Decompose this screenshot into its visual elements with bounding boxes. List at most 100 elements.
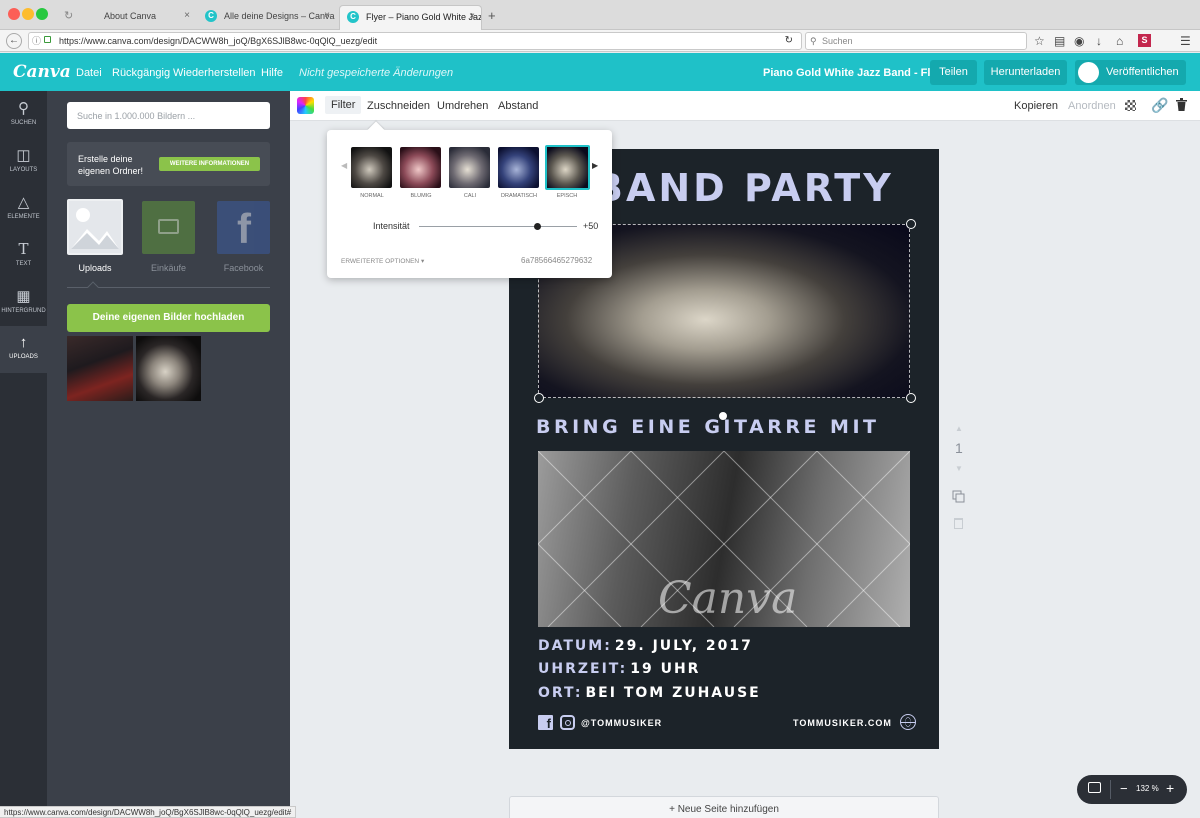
sidebar-item-label: SUCHEN: [10, 120, 37, 126]
advanced-options-link[interactable]: ERWEITERTE OPTIONEN ▾: [341, 257, 424, 265]
transparency-icon[interactable]: [1125, 100, 1136, 111]
duplicate-page-icon[interactable]: [952, 490, 965, 503]
delete-page-icon[interactable]: [954, 518, 963, 529]
trash-icon[interactable]: [1176, 98, 1187, 111]
zoom-in-icon[interactable]: +: [1166, 780, 1174, 796]
flyer-time-line[interactable]: UHRZEIT: 19 UHR: [538, 661, 700, 677]
divider: [1110, 780, 1111, 799]
share-button[interactable]: Teilen: [930, 60, 977, 85]
close-tab-icon[interactable]: ×: [469, 11, 475, 22]
intensity-slider-handle[interactable]: [534, 223, 541, 230]
menu-help[interactable]: Hilfe: [261, 67, 283, 79]
scroll-right-icon[interactable]: ▶: [592, 161, 598, 170]
reading-list-icon[interactable]: ▤: [1054, 33, 1065, 49]
maximize-window-button[interactable]: [36, 8, 48, 20]
scroll-left-icon[interactable]: ◀: [341, 161, 347, 170]
time-value: 19 UHR: [630, 661, 701, 677]
uploaded-image-thumbnail[interactable]: [136, 336, 201, 401]
new-tab-icon[interactable]: +: [488, 8, 496, 23]
extension-icon[interactable]: S: [1138, 34, 1151, 47]
close-window-button[interactable]: [8, 8, 20, 20]
spacing-tool[interactable]: Abstand: [498, 100, 538, 112]
sidebar-item-layouts[interactable]: ◫ LAYOUTS: [0, 138, 47, 185]
canva-header: Canva Datei Rückgängig Wiederherstellen …: [0, 53, 1200, 91]
download-button[interactable]: Herunterladen: [984, 60, 1067, 85]
intensity-slider[interactable]: [419, 223, 577, 230]
filter-preset-label: DRAMATISCH: [501, 193, 537, 199]
filter-preset-episch[interactable]: [545, 145, 590, 190]
close-tab-icon[interactable]: ×: [184, 10, 190, 21]
sidebar-item-background[interactable]: ▦ HINTERGRUND: [0, 279, 47, 326]
info-icon: ⓘ: [32, 36, 42, 46]
arrange-button[interactable]: Anordnen: [1068, 100, 1116, 112]
filter-tool[interactable]: Filter: [325, 96, 362, 114]
zoom-level[interactable]: 132 %: [1136, 784, 1159, 793]
flyer-social-handle[interactable]: @TOMMUSIKER: [581, 718, 662, 728]
filter-preset-label: BLUMIG: [410, 193, 432, 199]
filter-preset-blumig[interactable]: [400, 147, 441, 188]
more-info-button[interactable]: WEITERE INFORMATIONEN: [159, 157, 260, 171]
filter-preset-dramatisch[interactable]: [498, 147, 539, 188]
move-page-down-icon[interactable]: ▼: [955, 464, 963, 473]
crop-tool[interactable]: Zuschneiden: [367, 100, 430, 112]
add-page-button[interactable]: + Neue Seite hinzufügen: [509, 796, 939, 818]
flyer-location-line[interactable]: ORT: BEI TOM ZUHAUSE: [538, 685, 761, 701]
reload-icon[interactable]: ↻: [785, 33, 793, 49]
home-icon[interactable]: ⌂: [1116, 33, 1123, 49]
pocket-icon[interactable]: ◉: [1074, 33, 1084, 49]
color-picker-icon[interactable]: [297, 97, 314, 114]
publish-label: Veröffentlichen: [1106, 66, 1179, 78]
browser-tab-flyer[interactable]: C Flyer – Piano Gold White Jazz ×: [339, 5, 482, 30]
copy-button[interactable]: Kopieren: [1014, 100, 1058, 112]
sidebar-item-uploads[interactable]: ↑ UPLOADS: [0, 326, 47, 373]
close-tab-icon[interactable]: ×: [324, 10, 330, 21]
search-icon: ⚲: [18, 100, 29, 117]
publish-button[interactable]: Veröffentlichen: [1075, 60, 1186, 85]
resize-handle[interactable]: [906, 219, 916, 229]
canva-logo[interactable]: Canva: [13, 62, 71, 82]
flyer-musician-image[interactable]: Canva: [538, 451, 910, 627]
sidebar-item-search[interactable]: ⚲ SUCHEN: [0, 91, 47, 138]
flyer-headline[interactable]: BAND PARTY: [594, 166, 894, 210]
presentation-icon[interactable]: [1088, 782, 1101, 793]
intensity-value: +50: [583, 221, 599, 231]
back-icon[interactable]: ←: [6, 33, 22, 49]
avatar: [1078, 62, 1099, 83]
flyer-website[interactable]: TOMMUSIKER.COM: [793, 718, 892, 728]
upload-images-button[interactable]: Deine eigenen Bilder hochladen: [67, 304, 270, 332]
image-search-input[interactable]: Suche in 1.000.000 Bildern ...: [67, 102, 270, 129]
minimize-window-button[interactable]: [22, 8, 34, 20]
tab-title: Alle deine Designs – Canva: [224, 11, 335, 21]
loading-icon: ↻: [64, 10, 74, 22]
flip-tool[interactable]: Umdrehen: [437, 100, 488, 112]
browser-search-field[interactable]: ⚲ Suchen: [805, 32, 1027, 50]
sidebar-item-text[interactable]: T TEXT: [0, 232, 47, 279]
flyer-subheadline[interactable]: BRING EINE GITARRE MIT: [536, 416, 879, 438]
chevron-down-icon: ▾: [420, 258, 425, 265]
uploads-source-tile[interactable]: [67, 199, 123, 255]
hamburger-menu-icon[interactable]: ☰: [1180, 33, 1191, 49]
url-field[interactable]: ⓘ https://www.canva.com/design/DACWW8h_j…: [28, 32, 802, 50]
zoom-out-icon[interactable]: −: [1120, 781, 1128, 796]
filter-preset-normal[interactable]: [351, 147, 392, 188]
resize-handle[interactable]: [534, 393, 544, 403]
status-url: https://www.canva.com/design/DACWW8h_joQ…: [0, 806, 297, 818]
bookmark-star-icon[interactable]: ☆: [1034, 33, 1045, 49]
browser-tab-designs[interactable]: C Alle deine Designs – Canva ×: [198, 5, 336, 30]
filter-preset-cali[interactable]: [449, 147, 490, 188]
resize-handle[interactable]: [906, 393, 916, 403]
facebook-source-tile[interactable]: f: [217, 201, 270, 254]
document-title[interactable]: Piano Gold White Jazz Band - Flyer: [763, 67, 947, 79]
link-icon[interactable]: 🔗: [1151, 97, 1168, 114]
download-icon[interactable]: ↓: [1096, 33, 1102, 49]
elements-icon: △: [17, 194, 30, 211]
flyer-date-line[interactable]: DATUM: 29. JULY, 2017: [538, 638, 753, 654]
menu-undo[interactable]: Rückgängig: [112, 67, 170, 79]
browser-tab-about[interactable]: ↻ About Canva ×: [58, 5, 196, 30]
move-page-up-icon[interactable]: ▲: [955, 424, 963, 433]
sidebar-item-elements[interactable]: △ ELEMENTE: [0, 185, 47, 232]
uploaded-image-thumbnail[interactable]: [67, 336, 133, 401]
menu-redo[interactable]: Wiederherstellen: [173, 67, 256, 79]
menu-file[interactable]: Datei: [76, 67, 102, 79]
purchases-source-tile[interactable]: [142, 201, 195, 254]
